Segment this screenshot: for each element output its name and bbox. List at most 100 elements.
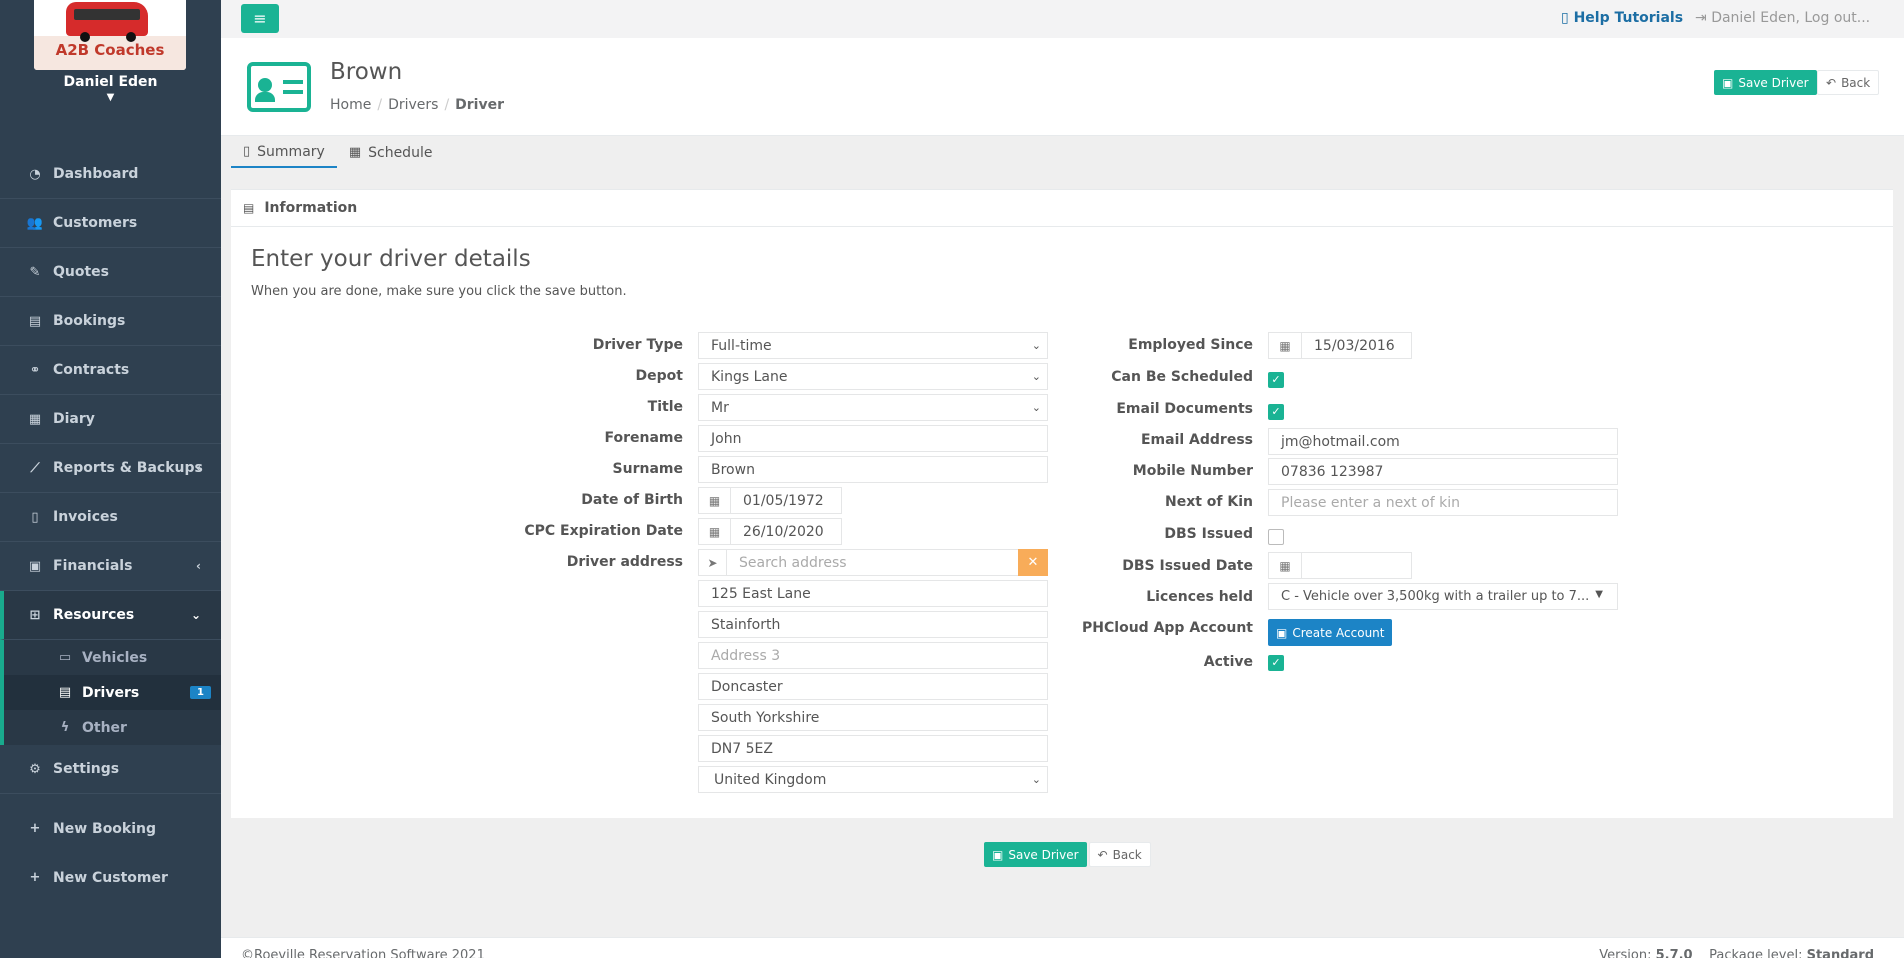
active-label: Active (1203, 654, 1253, 670)
reply-icon: ↶ (1097, 847, 1108, 862)
sidebar-item-diary[interactable]: ▦ Diary (0, 395, 221, 444)
sidebar-item-bookings[interactable]: ▤ Bookings (0, 297, 221, 346)
surname-input[interactable]: Brown (698, 456, 1048, 483)
depot-select[interactable]: Kings Lane ⌄ (698, 363, 1048, 390)
address-postcode-value: DN7 5EZ (711, 740, 773, 757)
employed-since-value: 15/03/2016 (1314, 337, 1395, 354)
sidebar-item-label: Other (82, 719, 127, 736)
sidebar: A2B Coaches Daniel Eden ▼ ◔ Dashboard 👥 Cu… (0, 0, 221, 958)
forename-value: John (711, 430, 742, 447)
new-booking-link[interactable]: + New Booking (0, 804, 221, 853)
dob-input[interactable]: 01/05/1972 (730, 487, 842, 514)
email-documents-checkbox[interactable]: ✓ (1268, 404, 1284, 420)
address-county-input[interactable]: South Yorkshire (698, 704, 1048, 731)
dbs-issued-checkbox[interactable] (1268, 529, 1284, 545)
sidebar-item-vehicles[interactable]: ▭ Vehicles (4, 640, 221, 675)
tab-bar: ▯ Summary ▦ Schedule (231, 137, 444, 168)
cpc-input[interactable]: 26/10/2020 (730, 518, 842, 545)
sidebar-item-other[interactable]: ϟ Other (4, 710, 221, 745)
sidebar-item-label: Invoices (53, 509, 118, 525)
chevron-down-icon: ⌄ (1031, 773, 1041, 786)
sidebar-item-label: Dashboard (53, 166, 139, 182)
title-value: Mr (711, 399, 729, 416)
sidebar-item-resources[interactable]: ⊞ Resources ⌄ (0, 591, 221, 640)
depot-value: Kings Lane (711, 368, 788, 385)
save-icon: ▣ (1722, 75, 1734, 90)
licences-select[interactable]: C - Vehicle over 3,500kg with a trailer … (1268, 583, 1618, 610)
active-checkbox[interactable]: ✓ (1268, 655, 1284, 671)
sidebar-item-label: Customers (53, 215, 138, 231)
dbs-date-input[interactable] (1301, 552, 1412, 579)
back-label: Back (1112, 847, 1142, 862)
save-driver-button[interactable]: ▣ Save Driver (1714, 70, 1817, 95)
breadcrumb-drivers[interactable]: Drivers (388, 97, 438, 113)
tab-schedule[interactable]: ▦ Schedule (337, 137, 445, 168)
title-select[interactable]: Mr ⌄ (698, 394, 1048, 421)
chevron-down-icon: ⌄ (190, 608, 201, 622)
clear-address-button[interactable]: ✕ (1018, 549, 1048, 576)
sidebar-item-settings[interactable]: ⚙ Settings (0, 745, 221, 794)
logo-text: A2B Coaches (55, 41, 165, 59)
address-search-input[interactable]: Search address (726, 549, 1019, 576)
id-card-icon: ▤ (243, 201, 255, 215)
address-line1-input[interactable]: 125 East Lane (698, 580, 1048, 607)
calendar-icon[interactable]: ▦ (1268, 332, 1302, 359)
new-customer-link[interactable]: + New Customer (0, 853, 221, 902)
email-input[interactable]: jm@hotmail.com (1268, 428, 1618, 455)
address-city-value: Doncaster (711, 678, 783, 695)
back-button-bottom[interactable]: ↶ Back (1088, 842, 1151, 867)
address-line3-input[interactable]: Address 3 (698, 642, 1048, 669)
sidebar-item-label: New Customer (53, 869, 168, 886)
driver-type-value: Full-time (711, 337, 772, 354)
help-tutorials-link[interactable]: ▯ Help Tutorials (1561, 10, 1683, 26)
employed-since-input[interactable]: 15/03/2016 (1301, 332, 1412, 359)
driver-type-select[interactable]: Full-time ⌄ (698, 332, 1048, 359)
hamburger-menu-button[interactable]: ≡ (241, 4, 279, 33)
breadcrumb-home[interactable]: Home (330, 97, 371, 113)
app-account-label: PHCloud App Account (1082, 620, 1253, 636)
mobile-input[interactable]: 07836 123987 (1268, 458, 1618, 485)
tab-summary[interactable]: ▯ Summary (231, 137, 337, 168)
save-driver-button-bottom[interactable]: ▣ Save Driver (984, 842, 1087, 867)
footer: ©Roeville Reservation Software 2021 Vers… (221, 937, 1904, 958)
surname-value: Brown (711, 461, 755, 478)
calendar-icon[interactable]: ▦ (698, 518, 731, 545)
country-select[interactable]: United Kingdom ⌄ (698, 766, 1048, 793)
book-icon: ▤ (28, 313, 42, 329)
user-name[interactable]: Daniel Eden (0, 74, 221, 90)
driver-type-label: Driver Type (592, 337, 683, 353)
logout-link[interactable]: ⇥ Daniel Eden, Log out... (1695, 10, 1870, 26)
calendar-icon[interactable]: ▦ (1268, 552, 1302, 579)
email-documents-label: Email Documents (1116, 401, 1253, 417)
sidebar-item-financials[interactable]: ▣ Financials ‹ (0, 542, 221, 591)
sidebar-item-customers[interactable]: 👥 Customers (0, 199, 221, 248)
forename-input[interactable]: John (698, 425, 1048, 452)
count-badge: 1 (190, 686, 211, 699)
sidebar-item-reports[interactable]: ⟋ Reports & Backups ‹ (0, 444, 221, 493)
can-be-scheduled-label: Can Be Scheduled (1111, 369, 1253, 385)
sidebar-item-drivers[interactable]: ▤ Drivers 1 (4, 675, 221, 710)
calendar-icon[interactable]: ▦ (698, 487, 731, 514)
create-account-button[interactable]: ▣ Create Account (1268, 619, 1393, 646)
caret-down-icon[interactable]: ▼ (0, 92, 221, 103)
money-icon: ▣ (28, 558, 42, 574)
file-icon: ▯ (31, 509, 39, 525)
back-button[interactable]: ↶ Back (1817, 70, 1880, 95)
sidebar-item-invoices[interactable]: ▯ Invoices (0, 493, 221, 542)
sidebar-item-quotes[interactable]: ✎ Quotes (0, 248, 221, 297)
sidebar-item-contracts[interactable]: ⚭ Contracts (0, 346, 221, 395)
address-city-input[interactable]: Doncaster (698, 673, 1048, 700)
email-label: Email Address (1140, 432, 1253, 448)
version-info: Version: 5.7.0 Package level: Standard (1599, 948, 1874, 958)
next-of-kin-input[interactable]: Please enter a next of kin (1268, 489, 1618, 516)
address-postcode-input[interactable]: DN7 5EZ (698, 735, 1048, 762)
sidebar-item-label: Reports & Backups (53, 460, 203, 476)
company-logo[interactable]: A2B Coaches (34, 0, 186, 70)
file-icon: ▯ (243, 144, 251, 159)
dbs-date-label: DBS Issued Date (1122, 558, 1253, 574)
location-arrow-icon[interactable]: ➤ (698, 549, 727, 576)
address-line2-input[interactable]: Stainforth (698, 611, 1048, 638)
sidebar-item-dashboard[interactable]: ◔ Dashboard (0, 150, 221, 199)
can-be-scheduled-checkbox[interactable]: ✓ (1268, 372, 1284, 388)
plus-icon: + (29, 821, 41, 836)
